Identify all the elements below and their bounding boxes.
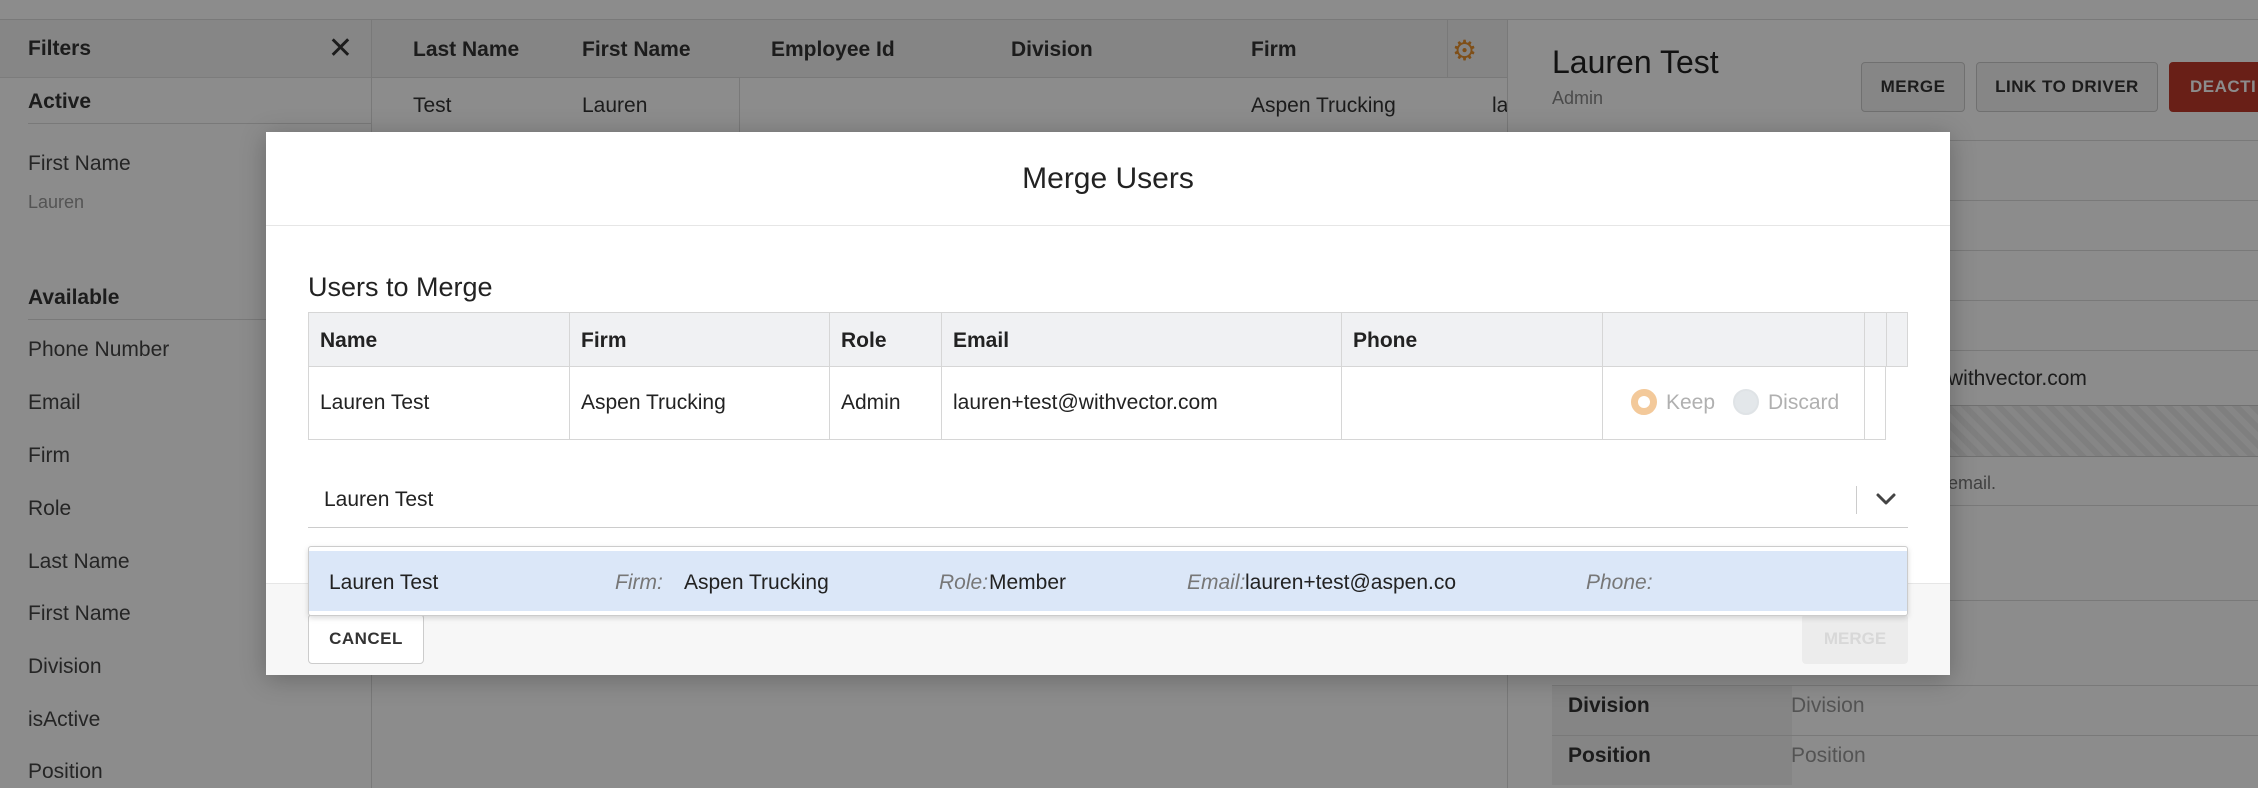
modal-title: Merge Users (1022, 161, 1194, 195)
merge-table-header: Name Firm Role Email Phone (308, 312, 1908, 367)
column-divider (941, 313, 942, 366)
dropdown-option[interactable]: Lauren Test Firm: Aspen Trucking Role: M… (309, 551, 1907, 611)
discard-radio-label[interactable]: Discard (1768, 391, 1839, 415)
option-email-key: Email: (1187, 571, 1246, 594)
column-divider (569, 367, 570, 439)
column-divider (1341, 313, 1342, 366)
column-header-role: Role (841, 329, 887, 352)
option-firm: Aspen Trucking (684, 571, 829, 594)
column-header-name: Name (320, 329, 378, 352)
table-row: Lauren Test Aspen Trucking Admin lauren+… (308, 367, 1886, 440)
column-divider (1864, 367, 1865, 439)
column-divider (1864, 313, 1865, 366)
modal-header: Merge Users (266, 132, 1950, 226)
user-select-value[interactable]: Lauren Test (324, 488, 433, 512)
option-firm-key: Firm: (615, 571, 663, 594)
user-select-dropdown: Lauren Test Firm: Aspen Trucking Role: M… (308, 546, 1908, 616)
merge-users-table: Name Firm Role Email Phone Lauren Test A… (308, 312, 1908, 440)
merge-confirm-button[interactable]: MERGE (1802, 614, 1908, 664)
select-divider (1856, 486, 1857, 514)
cell-role: Admin (841, 391, 901, 414)
column-divider (941, 367, 942, 439)
users-to-merge-heading: Users to Merge (308, 272, 493, 302)
option-email: lauren+test@aspen.co (1245, 571, 1457, 594)
column-divider (829, 367, 830, 439)
option-phone-key: Phone: (1586, 571, 1653, 594)
column-divider (569, 313, 570, 366)
option-role-key: Role: (939, 571, 989, 594)
column-divider (1341, 367, 1342, 439)
option-name: Lauren Test (329, 571, 439, 594)
chevron-down-icon[interactable] (1871, 484, 1901, 514)
option-role: Member (989, 571, 1067, 594)
cell-email: lauren+test@withvector.com (953, 391, 1218, 414)
column-divider (1602, 367, 1603, 439)
column-header-email: Email (953, 329, 1010, 352)
user-select[interactable]: Lauren Test (308, 472, 1908, 528)
cell-name: Lauren Test (320, 391, 430, 414)
merge-users-modal: Merge Users Users to Merge Name Firm Rol… (266, 132, 1950, 675)
keep-radio[interactable] (1631, 389, 1657, 415)
discard-radio[interactable] (1733, 389, 1759, 415)
column-divider (829, 313, 830, 366)
cancel-button[interactable]: CANCEL (308, 614, 424, 664)
keep-radio-label[interactable]: Keep (1666, 391, 1715, 415)
column-divider (1602, 313, 1603, 366)
column-header-firm: Firm (581, 329, 627, 352)
cell-firm: Aspen Trucking (581, 391, 726, 414)
column-header-phone: Phone (1353, 329, 1418, 352)
column-divider (1886, 313, 1887, 366)
